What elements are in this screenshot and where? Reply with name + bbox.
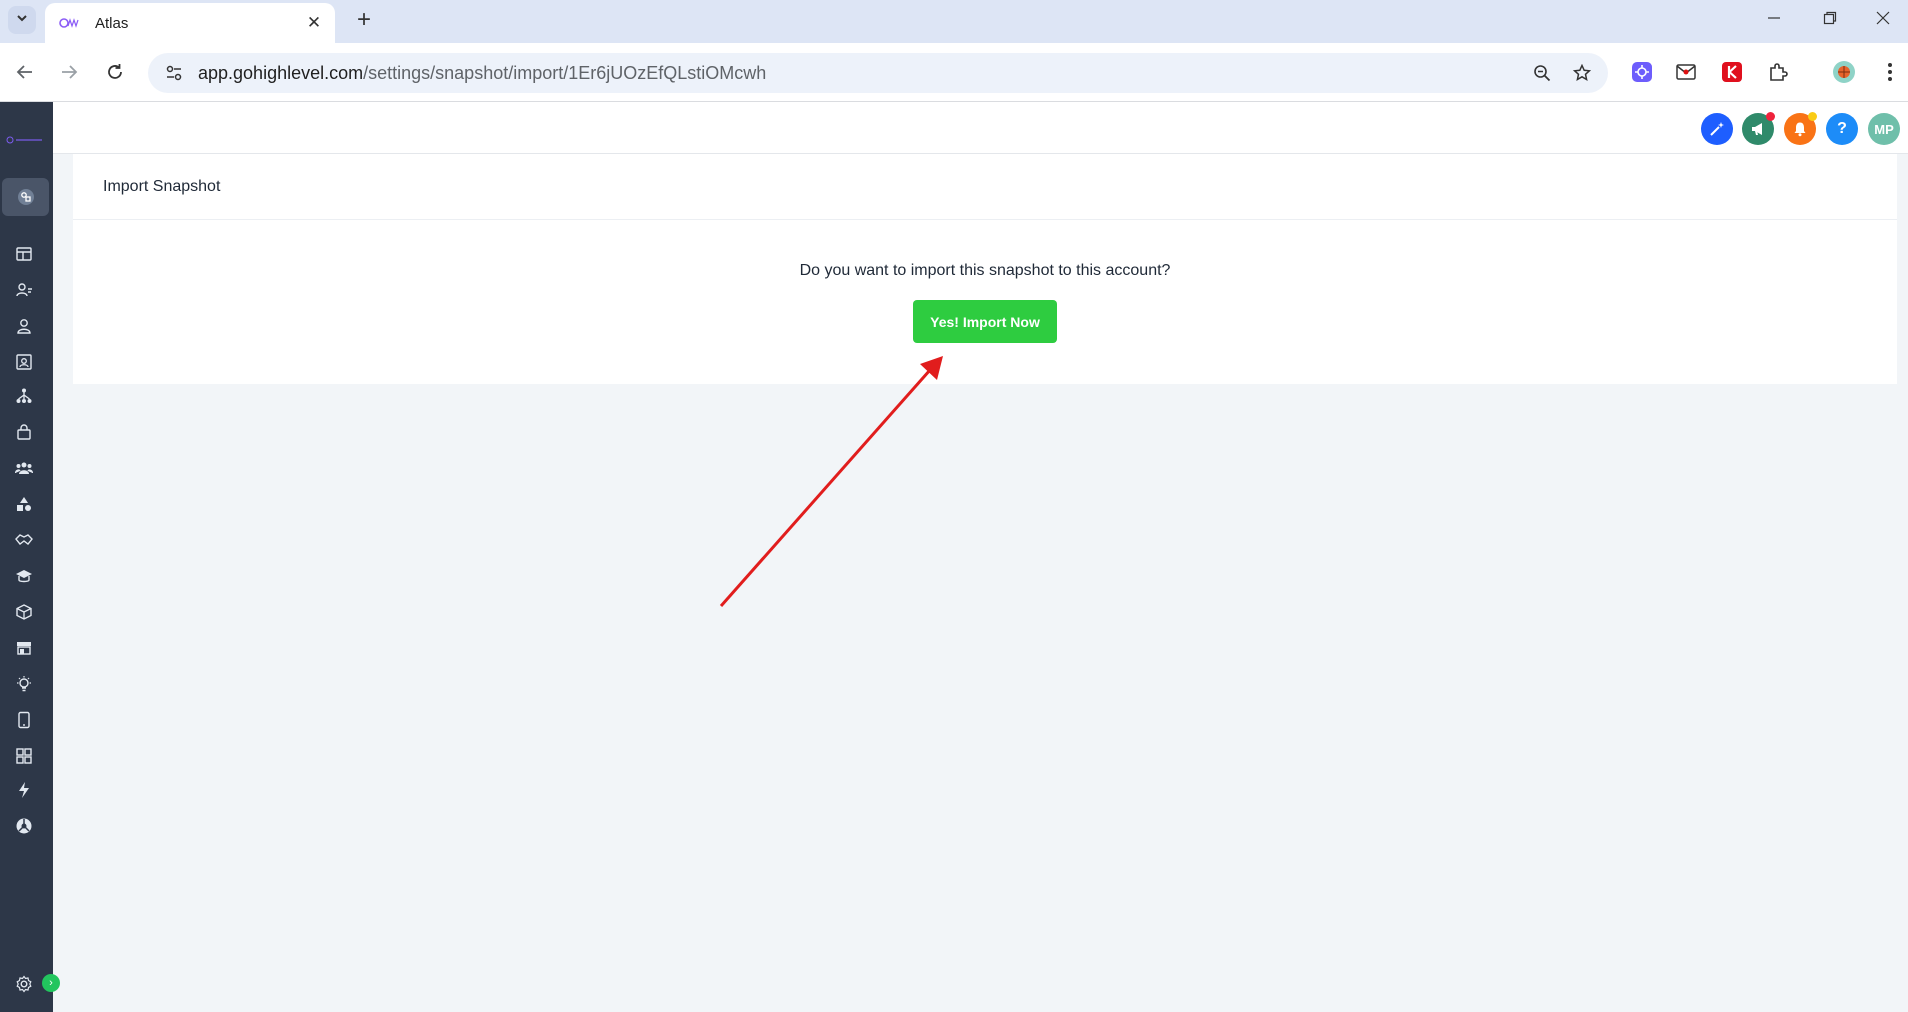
app-sidebar (0, 102, 53, 1012)
notification-dot (1808, 112, 1817, 121)
media-icon[interactable] (10, 600, 38, 624)
tab-search-button[interactable] (8, 6, 36, 34)
browser-tab-strip: Atlas ✕ + (0, 0, 1908, 43)
ideas-icon[interactable] (10, 672, 38, 696)
bookmark-star-icon[interactable] (1562, 53, 1602, 93)
help-icon[interactable]: ? (1826, 113, 1858, 145)
settings-icon[interactable] (10, 972, 38, 996)
notification-dot (1766, 112, 1775, 121)
automation-icon[interactable] (10, 778, 38, 802)
address-bar[interactable]: app.gohighlevel.com/settings/snapshot/im… (148, 53, 1608, 93)
reporting-icon[interactable] (10, 814, 38, 838)
extension-k-icon[interactable] (1718, 58, 1746, 86)
dashboard-icon[interactable] (10, 242, 38, 266)
chevron-down-icon (15, 11, 29, 30)
sites-icon[interactable] (10, 492, 38, 516)
browser-tab-active[interactable]: Atlas ✕ (45, 3, 335, 43)
back-arrow-icon[interactable] (10, 57, 40, 87)
browser-menu-icon[interactable] (1876, 58, 1904, 86)
extension-purple-icon[interactable] (1628, 58, 1656, 86)
opportunities-icon[interactable] (10, 384, 38, 408)
atlas-logo-icon (6, 132, 46, 144)
url-path: /settings/snapshot/import/1Er6jUOzEfQLst… (363, 62, 767, 83)
tab-close-icon[interactable]: ✕ (303, 12, 325, 34)
url-text: app.gohighlevel.com/settings/snapshot/im… (198, 63, 1522, 84)
extensions-puzzle-icon[interactable] (1764, 58, 1792, 86)
app-grid-icon[interactable] (10, 744, 38, 768)
calendar-icon[interactable] (10, 350, 38, 374)
conversations-icon[interactable] (10, 278, 38, 302)
mobile-app-icon[interactable] (10, 708, 38, 732)
import-now-button[interactable]: Yes! Import Now (913, 300, 1057, 343)
community-icon[interactable] (10, 456, 38, 480)
reload-icon[interactable] (100, 57, 130, 87)
url-host: app.gohighlevel.com (198, 62, 364, 83)
announcements-megaphone-icon[interactable] (1742, 112, 1775, 145)
import-snapshot-card: Import Snapshot Do you want to import th… (73, 154, 1897, 384)
atlas-favicon-icon (59, 15, 81, 31)
sidebar-expand-chevron-icon[interactable]: › (42, 974, 60, 992)
user-avatar[interactable]: MP (1868, 113, 1900, 145)
payments-icon[interactable] (10, 420, 38, 444)
profile-avatar-icon[interactable] (1830, 58, 1858, 86)
magic-wand-icon[interactable] (1701, 113, 1733, 145)
contacts-icon[interactable] (10, 314, 38, 338)
forward-arrow-icon[interactable] (54, 57, 84, 87)
page-title: Import Snapshot (103, 178, 221, 195)
extension-mail-icon[interactable] (1672, 58, 1700, 86)
restore-icon[interactable] (1802, 0, 1858, 36)
site-info-icon[interactable] (154, 53, 194, 93)
new-tab-icon[interactable]: + (350, 6, 378, 34)
launchpad-icon[interactable] (2, 178, 49, 216)
marketplace-icon[interactable] (10, 636, 38, 660)
memberships-icon[interactable] (10, 564, 38, 588)
notifications-bell-icon[interactable] (1784, 112, 1817, 145)
minimize-icon[interactable] (1746, 0, 1802, 36)
app-header: ? MP (53, 102, 1908, 154)
card-divider (73, 219, 1897, 220)
zoom-icon[interactable] (1522, 53, 1562, 93)
tab-title: Atlas (95, 14, 129, 32)
reputation-icon[interactable] (10, 528, 38, 552)
import-confirmation-question: Do you want to import this snapshot to t… (799, 262, 1171, 279)
window-close-icon[interactable] (1858, 0, 1908, 36)
browser-toolbar: app.gohighlevel.com/settings/snapshot/im… (0, 43, 1908, 102)
